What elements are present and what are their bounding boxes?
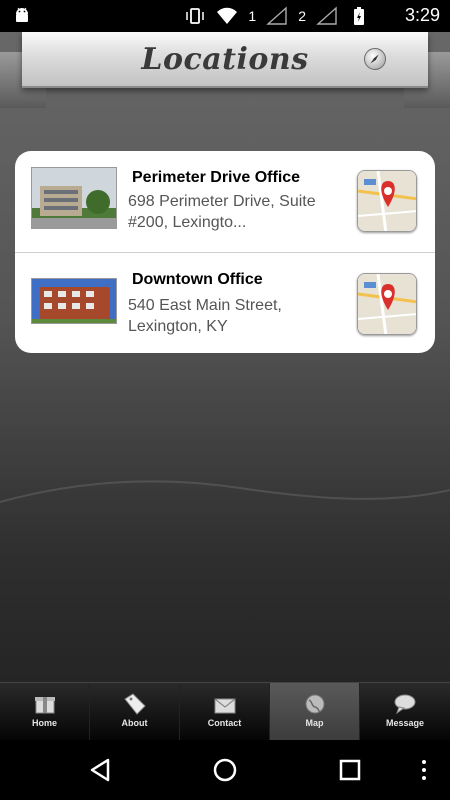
tab-label: Message [385, 718, 425, 728]
android-icon [16, 7, 28, 22]
location-address: 698 Perimeter Drive, Suite #200, Lexingt… [128, 193, 316, 231]
map-pin-icon[interactable] [357, 170, 417, 232]
tab-label: Home [31, 718, 57, 728]
location-name: Downtown Office [132, 271, 263, 288]
wifi-icon [217, 7, 238, 24]
sim2-label: 2 [298, 8, 306, 24]
tab-bar: Home About Contact Map Message [0, 682, 450, 741]
location-address: 540 East Main Street, Lexington, KY [128, 297, 282, 335]
signal-icon [316, 6, 337, 25]
tab-contact[interactable]: Contact [180, 683, 270, 741]
home-icon [35, 697, 55, 714]
tab-label: About [121, 718, 148, 728]
tag-icon [124, 693, 146, 715]
location-name: Perimeter Drive Office [132, 169, 301, 186]
map-pin-icon[interactable] [357, 273, 417, 335]
more-icon[interactable] [410, 756, 438, 784]
tab-map[interactable]: Map [270, 683, 360, 741]
envelope-icon [214, 698, 236, 714]
tab-home[interactable]: Home [0, 683, 90, 741]
background-wave [0, 480, 450, 503]
vibrate-icon [186, 8, 205, 24]
location-photo [31, 278, 117, 324]
header-banner: Locations [22, 32, 428, 88]
list-item[interactable]: Perimeter Drive Office 698 Perimeter Dri… [15, 151, 435, 252]
tab-about[interactable]: About [90, 683, 180, 741]
compass-icon[interactable] [364, 48, 386, 70]
back-icon[interactable] [86, 756, 114, 784]
recents-icon[interactable] [336, 756, 364, 784]
globe-icon [305, 694, 325, 714]
status-bar: 1 2 3:29 [0, 0, 450, 32]
tab-label: Map [305, 718, 324, 728]
locations-list: Perimeter Drive Office 698 Perimeter Dri… [15, 151, 435, 353]
home-circle-icon[interactable] [211, 756, 239, 784]
system-nav-bar [0, 740, 450, 800]
sim1-label: 1 [248, 8, 257, 24]
tab-label: Contact [207, 718, 242, 728]
battery-icon [354, 7, 364, 25]
location-photo [31, 167, 117, 229]
signal-icon [266, 6, 287, 25]
chat-icon [394, 694, 416, 715]
list-item[interactable]: Downtown Office 540 East Main Street, Le… [15, 252, 435, 353]
status-time: 3:29 [404, 5, 440, 25]
tab-message[interactable]: Message [360, 683, 450, 741]
